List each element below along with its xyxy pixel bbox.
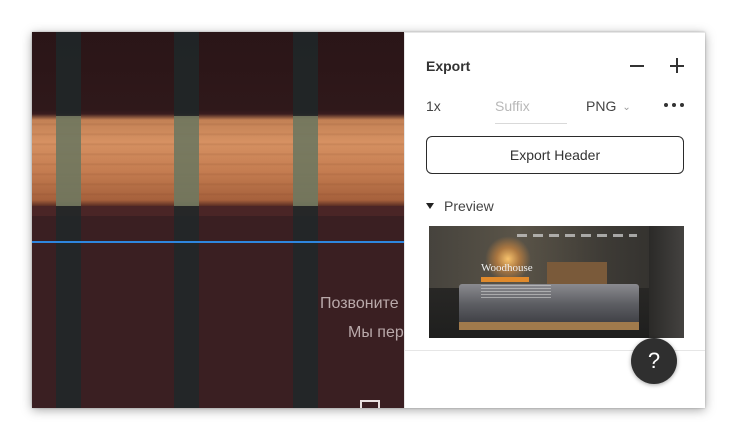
export-scale-select[interactable]: 1x (426, 98, 441, 114)
panel-divider (405, 32, 705, 33)
column-guide-overlap (56, 116, 81, 206)
shelf-shadow (32, 206, 404, 216)
chevron-down-icon: ⌄ (622, 102, 631, 113)
wood-grain-texture (32, 116, 404, 202)
help-button[interactable]: ? (631, 338, 677, 384)
horizontal-selection-guide (32, 241, 404, 243)
preview-label: Preview (444, 198, 494, 214)
export-preview-thumbnail: Woodhouse (429, 226, 684, 338)
preview-heading: Woodhouse (481, 262, 533, 274)
layout-column-guide (56, 32, 81, 408)
design-canvas[interactable]: Позвоните Мы пер (32, 32, 404, 408)
caret-down-icon (426, 203, 434, 209)
export-format-value: PNG (586, 98, 617, 114)
suffix-field[interactable] (495, 90, 567, 124)
help-icon: ? (647, 348, 661, 373)
preview-toggle[interactable]: Preview (426, 198, 494, 214)
export-format-select[interactable]: PNG ⌄ (586, 98, 631, 114)
minus-icon[interactable] (627, 56, 647, 76)
export-section-title: Export (426, 58, 471, 74)
canvas-text-line-2: Мы пер (348, 324, 404, 341)
more-horizontal-icon[interactable] (664, 97, 686, 113)
column-guide-overlap (293, 116, 318, 206)
inspector-panel: Export 1x PNG ⌄ Export Header Preview (404, 32, 705, 408)
app-window: Позвоните Мы пер Export 1x PNG ⌄ Export H… (32, 32, 705, 408)
suffix-input[interactable] (495, 90, 567, 122)
canvas-text-line-1: Позвоните (320, 295, 399, 312)
export-header-button[interactable]: Export Header (426, 136, 684, 174)
layout-column-guide (293, 32, 318, 408)
plus-icon[interactable] (667, 56, 687, 76)
canvas-element-fragment (360, 400, 380, 408)
layout-column-guide (174, 32, 199, 408)
column-guide-overlap (174, 116, 199, 206)
